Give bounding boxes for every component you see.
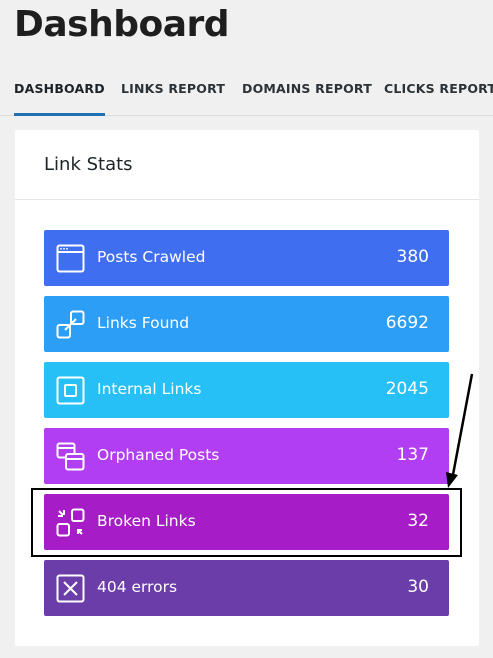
stacked-windows-icon (56, 442, 85, 471)
nav-tabs: DASHBOARD LINKS REPORT DOMAINS REPORT CL… (0, 78, 493, 116)
card-title: Link Stats (44, 154, 133, 175)
stat-label: Posts Crawled (97, 248, 206, 266)
stat-label: Broken Links (97, 512, 196, 530)
stat-value: 6692 (385, 313, 429, 333)
internal-link-icon (56, 376, 85, 405)
tab-dashboard[interactable]: DASHBOARD (14, 78, 105, 116)
stat-internal-links[interactable]: Internal Links 2045 (44, 362, 449, 418)
close-box-icon (56, 574, 85, 603)
stat-links-found[interactable]: Links Found 6692 (44, 296, 449, 352)
tab-domains-report[interactable]: DOMAINS REPORT (242, 78, 372, 116)
arrow-annotation (446, 373, 474, 488)
link-stats-card: Link Stats Posts Crawled 380 Links Found… (15, 130, 479, 646)
browser-window-icon (56, 244, 85, 273)
stat-label: 404 errors (97, 578, 178, 596)
stat-value: 32 (407, 511, 429, 531)
link-icon (56, 310, 85, 339)
stat-value: 30 (407, 577, 429, 597)
stat-404-errors[interactable]: 404 errors 30 (44, 560, 449, 616)
card-header: Link Stats (15, 130, 479, 200)
stat-orphaned-posts[interactable]: Orphaned Posts 137 (44, 428, 449, 484)
stat-value: 137 (396, 445, 429, 465)
tab-clicks-report[interactable]: CLICKS REPORT (384, 78, 493, 116)
stat-broken-links[interactable]: Broken Links 32 (44, 494, 449, 550)
stat-label: Links Found (97, 314, 190, 332)
stat-label: Orphaned Posts (97, 446, 220, 464)
stat-value: 2045 (385, 379, 429, 399)
broken-link-icon (56, 508, 85, 537)
stat-label: Internal Links (97, 380, 202, 398)
tab-links-report[interactable]: LINKS REPORT (121, 78, 225, 116)
stat-posts-crawled[interactable]: Posts Crawled 380 (44, 230, 449, 286)
stat-value: 380 (396, 247, 429, 267)
page-title: Dashboard (14, 4, 230, 45)
